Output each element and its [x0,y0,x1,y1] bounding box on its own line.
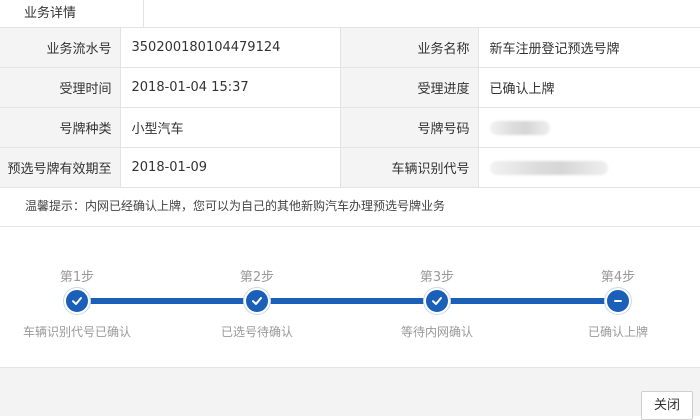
tab-business-details[interactable]: 业务详情 [0,0,144,27]
step-label: 车辆识别代号已确认 [22,325,131,339]
table-row: 受理时间 2018-01-04 15:37 受理进度 已确认上牌 [0,67,700,108]
tab-bar: 业务详情 [0,0,700,28]
progress-track [77,298,620,304]
step-number: 第4步 [600,270,636,285]
value-valid-until: 2018-01-09 [120,147,341,188]
value-accept-time: 2018-01-04 15:37 [120,67,341,108]
value-vin [478,147,700,188]
table-row: 预选号牌有效期至 2018-01-09 车辆识别代号 [0,147,700,188]
value-plate-type: 小型汽车 [120,107,341,148]
label-business-name: 业务名称 [340,28,479,68]
redacted-vin [489,160,608,175]
table-row: 业务流水号 350200180104479124 业务名称 新车注册登记预选号牌 [0,28,700,68]
check-icon [244,288,270,314]
dash-icon [605,288,631,314]
step-label: 等待内网确认 [400,325,473,339]
footer-bar: 关闭 [0,367,700,420]
label-vin: 车辆识别代号 [340,147,479,188]
step-label: 已选号待确认 [220,325,293,339]
progress-steps: 第1步 车辆识别代号已确认 第2步 已选号待确认 第3步 等待内网确认 第4步 … [0,227,700,367]
check-icon [64,288,90,314]
tip-message: 温馨提示：内网已经确认上牌，您可以为自己的其他新购汽车办理预选号牌业务 [0,186,700,227]
value-progress: 已确认上牌 [478,67,700,108]
label-serial-number: 业务流水号 [0,28,121,68]
label-valid-until: 预选号牌有效期至 [0,147,121,188]
redacted-plate-number [489,120,550,135]
check-icon [424,288,450,314]
details-table: 业务流水号 350200180104479124 业务名称 新车注册登记预选号牌… [0,28,700,188]
label-accept-time: 受理时间 [0,67,121,108]
step-number: 第1步 [59,270,95,285]
step-label: 已确认上牌 [587,325,648,339]
step-number: 第3步 [419,270,455,285]
label-plate-number: 号牌号码 [340,107,479,148]
value-business-name: 新车注册登记预选号牌 [478,28,700,68]
step-number: 第2步 [239,270,275,285]
label-plate-type: 号牌种类 [0,107,121,148]
value-serial-number: 350200180104479124 [120,28,341,68]
label-progress: 受理进度 [340,67,479,108]
table-row: 号牌种类 小型汽车 号牌号码 [0,107,700,148]
value-plate-number [478,107,700,148]
close-button[interactable]: 关闭 [641,391,693,420]
